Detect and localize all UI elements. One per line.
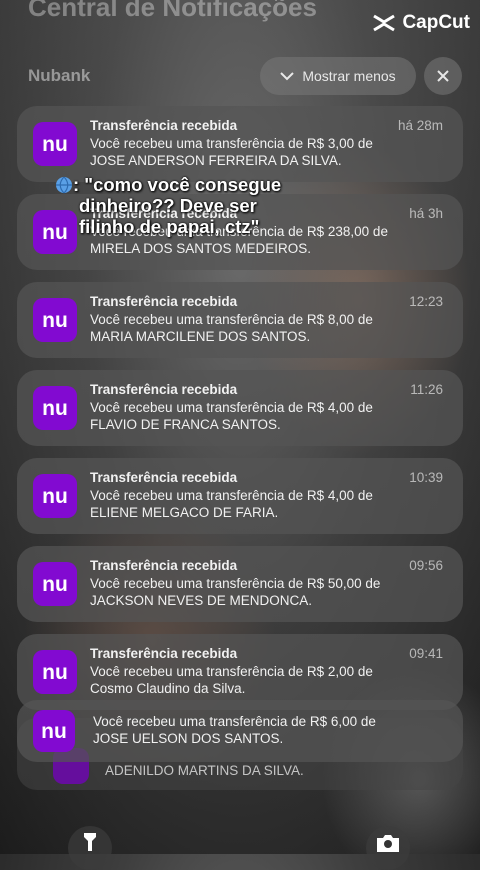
nubank-logo-icon: nu	[42, 574, 68, 594]
nubank-logo-glyph: nu	[42, 486, 68, 506]
notification-center-title: Central de Notificações	[28, 0, 317, 22]
notification-body: ADENILDO MARTINS DA SILVA.	[105, 762, 455, 779]
notification-sender: Cosmo Claudino da Silva.	[90, 681, 246, 696]
caption-line: dinheiro?? Deve ser	[79, 195, 257, 216]
notification-sender: MARIA MARCILENE DOS SANTOS.	[90, 329, 311, 344]
show-less-label: Mostrar menos	[302, 68, 396, 84]
nubank-logo-glyph: nu	[42, 398, 68, 418]
nubank-logo-icon: nu	[42, 486, 68, 506]
notification-body: Você recebeu uma transferência de R$ 6,0…	[93, 713, 443, 747]
notification-title: Transferência recebida	[90, 558, 238, 573]
notification-card[interactable]: nu Transferência recebida 09:56 Você rec…	[17, 546, 463, 622]
notification-body-line: Você recebeu uma transferência de R$ 3,0…	[90, 136, 373, 151]
speech-bubble-icon	[56, 176, 72, 194]
capcut-watermark: CapCut	[372, 12, 470, 34]
notification-card[interactable]: nu Você recebeu uma transferência de R$ …	[17, 700, 463, 762]
notification-body-line: ADENILDO MARTINS DA SILVA.	[105, 763, 304, 778]
nubank-logo-glyph: nu	[42, 310, 68, 330]
notification-time: 10:39	[409, 470, 443, 485]
camera-button[interactable]	[366, 826, 410, 870]
nubank-logo-glyph: nu	[42, 134, 68, 154]
notification-body-line: Você recebeu uma transferência de R$ 6,0…	[93, 714, 376, 729]
notification-card[interactable]: nu Transferência recebida 11:26 Você rec…	[17, 370, 463, 446]
notification-card[interactable]: nu Transferência recebida há 28m Você re…	[17, 106, 463, 182]
notification-title: Transferência recebida	[90, 382, 238, 397]
camera-icon	[377, 835, 399, 852]
nubank-app-icon: nu	[33, 122, 77, 166]
notification-card[interactable]: nu Transferência recebida 10:39 Você rec…	[17, 458, 463, 534]
notification-title: Transferência recebida	[90, 470, 238, 485]
notification-body: Você recebeu uma transferência de R$ 50,…	[90, 575, 440, 609]
flashlight-icon	[84, 833, 96, 851]
video-caption: : "como você consegue dinheiro?? Deve se…	[55, 174, 281, 237]
notification-time: 09:41	[409, 646, 443, 661]
notification-time: 11:26	[410, 382, 443, 397]
notification-body: Você recebeu uma transferência de R$ 4,0…	[90, 399, 440, 433]
notification-card[interactable]: nu Transferência recebida 12:23 Você rec…	[17, 282, 463, 358]
notification-title: Transferência recebida	[90, 118, 238, 133]
notification-sender: JACKSON NEVES DE MENDONCA.	[90, 593, 313, 608]
caption-line: filinho de papai, ctz"	[79, 216, 260, 237]
nubank-app-icon: nu	[33, 474, 77, 518]
notification-card[interactable]: nu Transferência recebida 09:41 Você rec…	[17, 634, 463, 710]
nubank-logo-icon: nu	[42, 398, 68, 418]
notification-body-line: Você recebeu uma transferência de R$ 8,0…	[90, 312, 373, 327]
notification-body: Você recebeu uma transferência de R$ 3,0…	[90, 135, 440, 169]
notification-body-line: Você recebeu uma transferência de R$ 4,0…	[90, 488, 373, 503]
chevron-down-icon	[280, 72, 295, 81]
nubank-app-icon: nu	[33, 386, 77, 430]
notification-sender: JOSE ANDERSON FERREIRA DA SILVA.	[90, 153, 342, 168]
notification-time: 09:56	[409, 558, 443, 573]
notification-sender: ELIENE MELGACO DE FARIA.	[90, 505, 279, 520]
nubank-app-icon: nu	[33, 562, 77, 606]
nubank-logo-icon: nu	[42, 134, 68, 154]
nubank-logo-icon: nu	[42, 662, 68, 682]
notification-body-line: Você recebeu uma transferência de R$ 4,0…	[90, 400, 373, 415]
nubank-logo-glyph: nu	[41, 721, 67, 741]
capcut-label: CapCut	[402, 12, 470, 33]
nubank-app-icon: nu	[33, 650, 77, 694]
notification-sender: JOSE UELSON DOS SANTOS.	[93, 731, 284, 746]
nubank-logo-glyph: nu	[42, 662, 68, 682]
notification-time: 12:23	[409, 294, 443, 309]
clear-group-button[interactable]	[424, 57, 462, 95]
notification-title: Transferência recebida	[90, 294, 238, 309]
caption-line: : "como você consegue	[73, 174, 282, 195]
flashlight-button[interactable]	[68, 826, 112, 870]
nubank-app-icon: nu	[33, 710, 75, 752]
notification-time: há 28m	[397, 118, 443, 133]
nubank-logo-glyph: nu	[42, 574, 68, 594]
capcut-logo-icon	[373, 14, 396, 32]
app-group-label: Nubank	[28, 66, 91, 85]
notification-body-line: Você recebeu uma transferência de R$ 2,0…	[90, 664, 373, 679]
nubank-app-icon: nu	[33, 298, 77, 342]
close-icon	[437, 70, 449, 82]
notification-sender: FLAVIO DE FRANCA SANTOS.	[90, 417, 281, 432]
notification-body-line: Você recebeu uma transferência de R$ 50,…	[90, 576, 381, 591]
notification-body: Você recebeu uma transferência de R$ 2,0…	[90, 663, 440, 697]
notification-body: Você recebeu uma transferência de R$ 4,0…	[90, 487, 440, 521]
notification-sender: MIRELA DOS SANTOS MEDEIROS.	[90, 241, 312, 256]
show-less-button[interactable]: Mostrar menos	[260, 57, 416, 95]
nubank-logo-icon: nu	[41, 721, 67, 741]
notification-time: há 3h	[409, 206, 443, 221]
notification-title: Transferência recebida	[90, 646, 238, 661]
nubank-logo-icon: nu	[42, 310, 68, 330]
notification-body: Você recebeu uma transferência de R$ 8,0…	[90, 311, 440, 345]
